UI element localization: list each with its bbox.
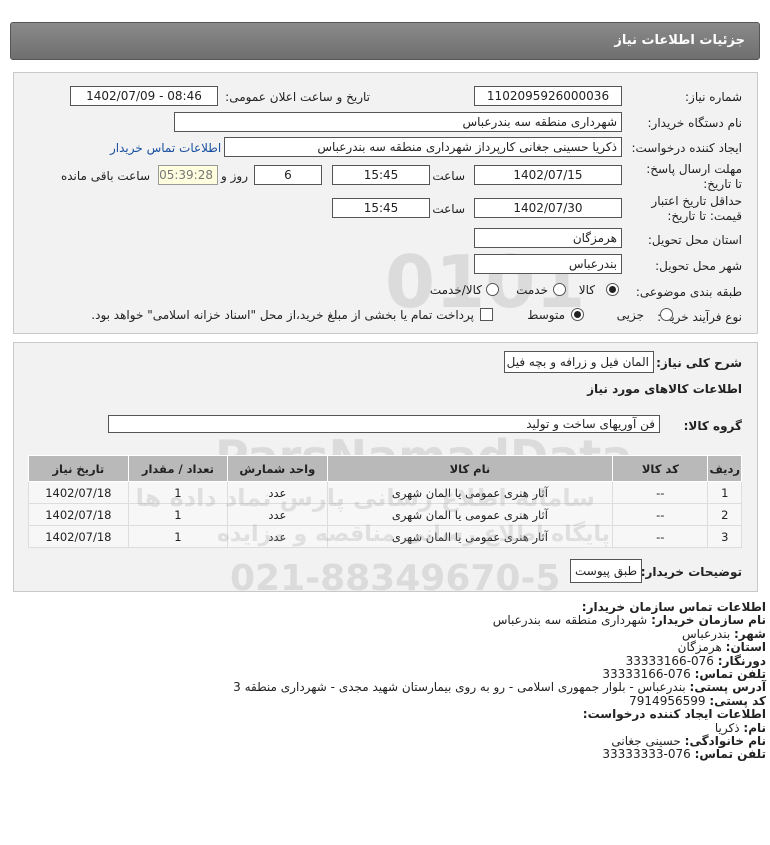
creator-phone: 076-33333333	[602, 747, 691, 762]
contact-city: بندرعباس	[682, 626, 731, 641]
category-label: طبقه بندی موضوعی:	[635, 285, 742, 299]
validity-label: حداقل تاریخ اعتبار قیمت: تا تاریخ:	[651, 194, 742, 223]
deadline-time-field: 15:45	[332, 165, 430, 185]
col-qty: تعداد / مقدار	[127, 455, 229, 482]
treasury-checkbox[interactable]	[480, 308, 493, 321]
col-unit: واحد شمارش	[227, 455, 328, 482]
buyer-contact-link[interactable]: اطلاعات تماس خریدار	[110, 141, 221, 155]
cell-name: آثار هنری عمومی یا المان شهری	[326, 503, 614, 526]
contact-title: اطلاعات تماس سازمان خریدار:	[581, 600, 766, 614]
deadline-date-field: 1402/07/15	[474, 165, 622, 185]
contact-org-label: نام سازمان خریدار:	[651, 613, 766, 628]
contact-fax: 076-33333166	[625, 653, 714, 668]
treasury-note: پرداخت تمام یا بخشی از مبلغ خرید،از محل …	[91, 308, 474, 322]
province-label: استان محل تحویل:	[647, 233, 742, 247]
creator-first-name: ذکریا	[714, 720, 740, 735]
col-name: نام کالا	[326, 455, 614, 482]
category-radio-service[interactable]	[553, 283, 566, 296]
cell-row: 2	[707, 503, 742, 526]
buyer-notes-field: طبق پیوست	[570, 559, 642, 583]
page-title-bar: جزئیات اطلاعات نیاز	[10, 22, 760, 60]
cell-unit: عدد	[227, 525, 328, 548]
cell-code: --	[612, 481, 709, 504]
purchase-radio-minor[interactable]	[660, 308, 673, 321]
announce-field: 1402/07/09 - 08:46	[70, 86, 218, 106]
contact-fax-label: دورنگار:	[717, 653, 766, 668]
col-code: کد کالا	[612, 455, 709, 482]
purchase-radio-medium[interactable]	[571, 308, 584, 321]
buyer-notes-label: توضیحات خریدار:	[640, 565, 742, 579]
contact-address-label: آدرس پستی:	[689, 680, 766, 695]
buyer-org-label: نام دستگاه خریدار:	[647, 116, 743, 130]
creator-last-name-label: نام خانوادگی:	[684, 734, 766, 749]
contact-phone-label: تلفن تماس:	[694, 667, 766, 682]
contact-info-block: اطلاعات تماس سازمان خریدار: نام سازمان خ…	[233, 600, 766, 762]
validity-time-label: ساعت	[432, 202, 465, 216]
page-title: جزئیات اطلاعات نیاز	[614, 33, 745, 48]
creator-first-name-label: نام:	[743, 720, 766, 735]
remaining-label: ساعت باقی مانده	[60, 169, 150, 183]
need-summary-label: شرح کلی نیاز:	[656, 356, 742, 370]
cell-date: 1402/07/18	[28, 503, 129, 526]
purchase-option-minor: جزیی	[616, 308, 644, 322]
deadline-time-label: ساعت	[432, 169, 465, 183]
goods-group-field: فن آوریهای ساخت و تولید	[108, 415, 660, 433]
contact-postal-label: کد پستی:	[709, 693, 766, 708]
contact-address: بندرعباس - بلوار جمهوری اسلامی - رو به ر…	[233, 680, 686, 695]
category-radio-goods[interactable]	[606, 283, 619, 296]
announce-label: تاریخ و ساعت اعلان عمومی:	[225, 90, 370, 104]
need-number-field: 1102095926000036	[474, 86, 622, 106]
cell-name: آثار هنری عمومی یا المان شهری	[326, 525, 614, 548]
goods-info-title: اطلاعات کالاهای مورد نیاز	[587, 382, 742, 396]
purchase-option-medium: متوسط	[527, 308, 565, 322]
creator-label: ایجاد کننده درخواست:	[631, 141, 742, 155]
buyer-org-field: شهرداری منطقه سه بندرعباس	[174, 112, 622, 132]
contact-org: شهرداری منطقه سه بندرعباس	[492, 613, 648, 628]
cell-code: --	[612, 503, 709, 526]
category-option-goods: کالا	[578, 283, 595, 297]
days-label: روز و	[221, 169, 248, 183]
contact-phone: 076-33333166	[602, 667, 691, 682]
deadline-label: مهلت ارسال پاسخ: تا تاریخ:	[646, 162, 742, 191]
category-option-both: کالا/خدمت	[429, 283, 482, 297]
category-option-service: خدمت	[516, 283, 548, 297]
validity-time-field: 15:45	[332, 198, 430, 218]
category-radio-both[interactable]	[486, 283, 499, 296]
cell-qty: 1	[127, 525, 229, 548]
cell-row: 3	[707, 525, 742, 548]
cell-date: 1402/07/18	[28, 525, 129, 548]
contact-province-label: استان:	[725, 640, 766, 655]
cell-date: 1402/07/18	[28, 481, 129, 504]
contact-postal: 7914956599	[629, 693, 706, 708]
contact-province: هرمزگان	[677, 640, 722, 655]
cell-unit: عدد	[227, 481, 328, 504]
table-row: 2 -- آثار هنری عمومی یا المان شهری عدد 1…	[28, 503, 742, 526]
cell-name: آثار هنری عمومی یا المان شهری	[326, 481, 614, 504]
cell-qty: 1	[127, 481, 229, 504]
remaining-timer: 05:39:28	[158, 165, 218, 185]
col-row: ردیف	[707, 455, 742, 482]
goods-group-label: گروه کالا:	[683, 419, 742, 433]
cell-qty: 1	[127, 503, 229, 526]
cell-row: 1	[707, 481, 742, 504]
province-field: هرمزگان	[474, 228, 622, 248]
creator-info-title: اطلاعات ایجاد کننده درخواست:	[582, 707, 766, 722]
table-header-row: ردیف کد کالا نام کالا واحد شمارش تعداد /…	[28, 455, 742, 482]
cell-unit: عدد	[227, 503, 328, 526]
table-row: 1 -- آثار هنری عمومی یا المان شهری عدد 1…	[28, 481, 742, 504]
creator-field: ذکریا حسینی جغانی کارپرداز شهرداری منطقه…	[224, 137, 622, 157]
validity-date-field: 1402/07/30	[474, 198, 622, 218]
table-row: 3 -- آثار هنری عمومی یا المان شهری عدد 1…	[28, 525, 742, 548]
creator-phone-label: تلفن تماس:	[694, 747, 766, 762]
need-summary-field: المان فیل و زرافه و بچه فیل	[504, 351, 654, 373]
city-field: بندرعباس	[474, 254, 622, 274]
goods-table: ردیف کد کالا نام کالا واحد شمارش تعداد /…	[28, 455, 742, 548]
col-date: تاریخ نیاز	[28, 455, 129, 482]
cell-code: --	[612, 525, 709, 548]
days-field: 6	[254, 165, 322, 185]
contact-city-label: شهر:	[734, 626, 766, 641]
city-label: شهر محل تحویل:	[655, 259, 742, 273]
creator-last-name: حسینی جغانی	[611, 734, 681, 749]
need-number-label: شماره نیاز:	[685, 90, 742, 104]
